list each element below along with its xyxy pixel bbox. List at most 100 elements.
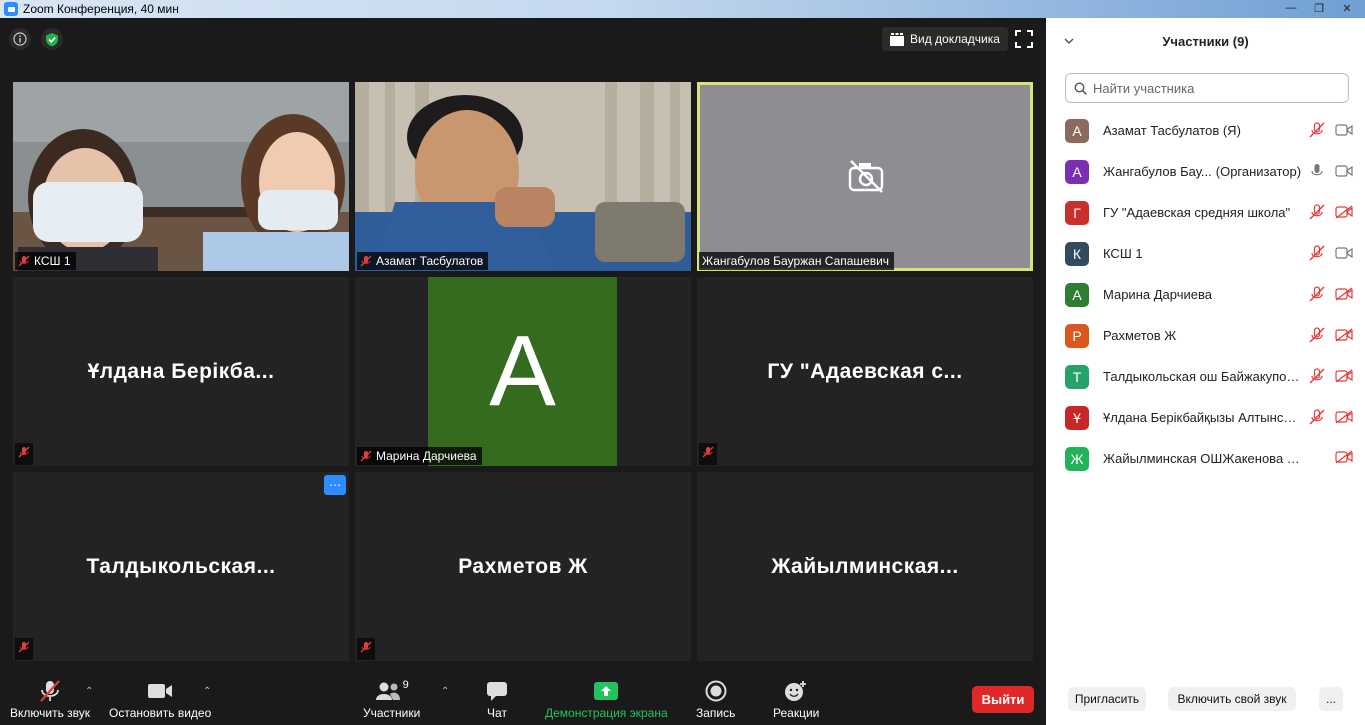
participant-video bbox=[355, 82, 691, 271]
participant-name: Ұлдана Берікбайқызы Алтынсар... bbox=[1103, 410, 1303, 425]
participant-mic-status bbox=[1309, 204, 1325, 225]
avatar: К bbox=[1065, 241, 1089, 266]
tile-name-label: Марина Дарчиева bbox=[376, 449, 477, 463]
participant-name: Жангабулов Бау... bbox=[1103, 164, 1212, 179]
emoji-plus-icon bbox=[784, 680, 808, 702]
video-tile-rakhmetov[interactable]: Рахметов Ж bbox=[355, 472, 691, 661]
mic-muted-icon bbox=[1309, 286, 1325, 302]
participants-icon: 9 bbox=[375, 679, 409, 702]
mic-muted-icon bbox=[1309, 368, 1325, 384]
leave-button[interactable]: Выйти bbox=[972, 686, 1034, 713]
maximize-button[interactable]: ❐ bbox=[1305, 0, 1333, 16]
camera-off-icon bbox=[848, 159, 884, 198]
video-camera-icon bbox=[1335, 124, 1353, 136]
participant-row[interactable]: Ж Жайылминская ОШЖакенова А.М. bbox=[1046, 438, 1365, 479]
chat-bubble-icon bbox=[486, 680, 508, 702]
participant-row[interactable]: А Жангабулов Бау... (Организатор) bbox=[1046, 151, 1365, 192]
zoom-app-icon bbox=[4, 2, 18, 16]
audio-options-caret[interactable]: ⌃ bbox=[85, 686, 93, 697]
tile-more-button[interactable]: ⋯ bbox=[324, 475, 346, 495]
mic-muted-icon bbox=[360, 255, 372, 267]
participant-name: КСШ 1 bbox=[1103, 246, 1143, 261]
unmute-button[interactable]: Включить звук bbox=[10, 680, 90, 720]
video-tile-ksh1[interactable]: КСШ 1 bbox=[13, 82, 349, 271]
stop-video-label: Остановить видео bbox=[109, 706, 212, 720]
close-button[interactable]: ✕ bbox=[1333, 0, 1361, 16]
participant-name: Талдыкольская ош Байжакупов... bbox=[1103, 369, 1303, 384]
participant-name: Рахметов Ж bbox=[1103, 328, 1177, 343]
fullscreen-icon[interactable] bbox=[1015, 30, 1033, 48]
participant-row[interactable]: Ұ Ұлдана Берікбайқызы Алтынсар... bbox=[1046, 397, 1365, 438]
panel-header: Участники (9) bbox=[1046, 18, 1365, 64]
participants-options-caret[interactable]: ⌃ bbox=[441, 686, 449, 697]
search-input[interactable] bbox=[1093, 80, 1333, 96]
participant-status-icons bbox=[1309, 122, 1353, 143]
speaker-view-button[interactable]: Вид докладчика bbox=[882, 27, 1008, 51]
tile-nameplate: Марина Дарчиева bbox=[357, 447, 482, 465]
tile-nameplate: КСШ 1 bbox=[15, 252, 76, 270]
record-button[interactable]: Запись bbox=[696, 680, 735, 720]
participant-mic-status bbox=[1309, 163, 1325, 184]
participant-status-icons bbox=[1309, 163, 1353, 184]
participant-search[interactable] bbox=[1065, 73, 1349, 103]
participant-video-status bbox=[1335, 450, 1353, 469]
video-gallery: Вид докладчика КСШ 1 Азамат Тасбулатов Ж… bbox=[0, 18, 1046, 725]
tile-nameplate: Азамат Тасбулатов bbox=[357, 252, 489, 270]
record-label: Запись bbox=[696, 706, 736, 720]
chat-button[interactable]: Чат bbox=[486, 680, 508, 720]
video-off-icon bbox=[1335, 328, 1353, 342]
participant-row[interactable]: Г ГУ "Адаевская средняя школа" bbox=[1046, 192, 1365, 233]
video-tile-zhangabulov[interactable]: Жангабулов Бауржан Сапашевич bbox=[697, 82, 1033, 271]
participant-row[interactable]: Т Талдыкольская ош Байжакупов... bbox=[1046, 356, 1365, 397]
reactions-button[interactable]: Реакции bbox=[773, 680, 819, 720]
mic-muted-icon bbox=[1309, 409, 1325, 425]
participant-video-status bbox=[1335, 287, 1353, 306]
participant-role: (Организатор) bbox=[1215, 164, 1302, 179]
video-camera-icon bbox=[1335, 247, 1353, 259]
participant-name: ГУ "Адаевская средняя школа" bbox=[1103, 205, 1291, 220]
participant-mic-status bbox=[1309, 327, 1325, 348]
video-tile-marina[interactable]: А Марина Дарчиева bbox=[355, 277, 691, 466]
chevron-down-icon[interactable] bbox=[1064, 34, 1074, 48]
participant-mic-status bbox=[1309, 409, 1325, 430]
participant-row[interactable]: А Азамат Тасбулатов (Я) bbox=[1046, 110, 1365, 151]
minimize-button[interactable]: — bbox=[1277, 0, 1305, 16]
participant-status-icons bbox=[1325, 450, 1353, 469]
stop-video-button[interactable]: Остановить видео bbox=[109, 680, 211, 720]
video-tile-gu-adaevskaya[interactable]: ГУ "Адаевская с... bbox=[697, 277, 1033, 466]
unmute-me-button[interactable]: Включить свой звук bbox=[1168, 687, 1296, 711]
participant-video-status bbox=[1335, 410, 1353, 429]
participants-button[interactable]: 9 Участники bbox=[363, 679, 420, 720]
participant-row[interactable]: К КСШ 1 bbox=[1046, 233, 1365, 274]
meeting-toolbar: Включить звук ⌃ Остановить видео ⌃ 9 Уча… bbox=[0, 675, 1046, 725]
participant-video-status bbox=[1335, 164, 1353, 183]
grid-icon bbox=[890, 32, 904, 46]
video-tile-uldana[interactable]: Ұлдана Берікба... bbox=[13, 277, 349, 466]
video-camera-icon bbox=[1335, 165, 1353, 177]
share-screen-button[interactable]: Демонстрация экрана bbox=[545, 680, 668, 720]
video-tile-taldykolskaya[interactable]: ⋯ Талдыкольская... bbox=[13, 472, 349, 661]
avatar: А bbox=[428, 277, 617, 466]
avatar: Т bbox=[1065, 364, 1089, 389]
mic-muted-icon bbox=[1309, 122, 1325, 138]
chat-label: Чат bbox=[487, 706, 507, 720]
participant-row[interactable]: Р Рахметов Ж bbox=[1046, 315, 1365, 356]
info-icon[interactable] bbox=[9, 28, 31, 50]
video-options-caret[interactable]: ⌃ bbox=[203, 686, 211, 697]
tile-name-label: КСШ 1 bbox=[34, 254, 71, 268]
participant-status-icons bbox=[1309, 327, 1353, 348]
participant-mic-status bbox=[1309, 368, 1325, 389]
participants-count: 9 bbox=[402, 679, 409, 691]
tile-name-label: Жангабулов Бауржан Сапашевич bbox=[702, 254, 890, 268]
panel-footer: Пригласить Включить свой звук ... bbox=[1046, 687, 1365, 711]
more-options-button[interactable]: ... bbox=[1319, 687, 1343, 711]
reactions-label: Реакции bbox=[773, 706, 820, 720]
participant-row[interactable]: А Марина Дарчиева bbox=[1046, 274, 1365, 315]
participant-mic-status bbox=[1309, 286, 1325, 307]
invite-button[interactable]: Пригласить bbox=[1068, 687, 1146, 711]
security-shield-icon[interactable] bbox=[41, 28, 63, 50]
video-camera-icon bbox=[147, 680, 173, 702]
tile-bigname: ГУ "Адаевская с... bbox=[767, 359, 963, 383]
video-tile-zhaiylminskaya[interactable]: Жайылминская... bbox=[697, 472, 1033, 661]
video-tile-azamat[interactable]: Азамат Тасбулатов bbox=[355, 82, 691, 271]
